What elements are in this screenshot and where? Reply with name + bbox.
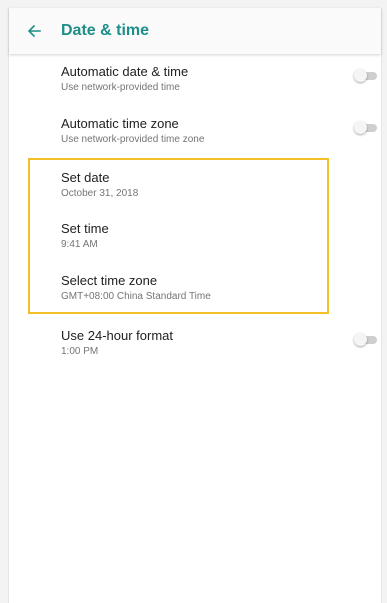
automatic-date-time-switch[interactable] <box>354 69 378 83</box>
setting-title: Use 24-hour format <box>61 328 173 343</box>
settings-screen: Date & time Automatic date & time Use ne… <box>8 8 382 603</box>
switch-thumb <box>354 121 367 134</box>
setting-title: Select time zone <box>61 273 158 288</box>
setting-title: Automatic date & time <box>61 64 189 79</box>
setting-summary: GMT+08:00 China Standard Time <box>61 291 211 302</box>
setting-set-time[interactable]: Set time 9:41 AM <box>61 221 381 252</box>
switch-thumb <box>354 333 367 346</box>
setting-summary: 9:41 AM <box>61 239 98 250</box>
back-button[interactable] <box>21 18 47 44</box>
setting-summary: 1:00 PM <box>61 346 99 357</box>
switch-thumb <box>354 69 367 82</box>
app-bar: Date & time <box>9 8 381 54</box>
setting-summary: Use network-provided time <box>61 82 180 93</box>
setting-automatic-time-zone[interactable]: Automatic time zone Use network-provided… <box>61 116 381 147</box>
automatic-time-zone-switch[interactable] <box>354 121 378 135</box>
setting-title: Set date <box>61 170 110 185</box>
page-title: Date & time <box>61 22 150 39</box>
arrow-back-icon <box>27 24 41 38</box>
setting-title: Automatic time zone <box>61 116 179 131</box>
setting-set-date[interactable]: Set date October 31, 2018 <box>61 170 381 201</box>
use-24-hour-format-switch[interactable] <box>354 333 378 347</box>
setting-summary: October 31, 2018 <box>61 188 139 199</box>
setting-automatic-date-time[interactable]: Automatic date & time Use network-provid… <box>61 64 381 95</box>
setting-use-24-hour-format[interactable]: Use 24-hour format 1:00 PM <box>61 328 381 359</box>
setting-summary: Use network-provided time zone <box>61 134 205 145</box>
setting-title: Set time <box>61 221 109 236</box>
setting-select-time-zone[interactable]: Select time zone GMT+08:00 China Standar… <box>61 273 381 304</box>
